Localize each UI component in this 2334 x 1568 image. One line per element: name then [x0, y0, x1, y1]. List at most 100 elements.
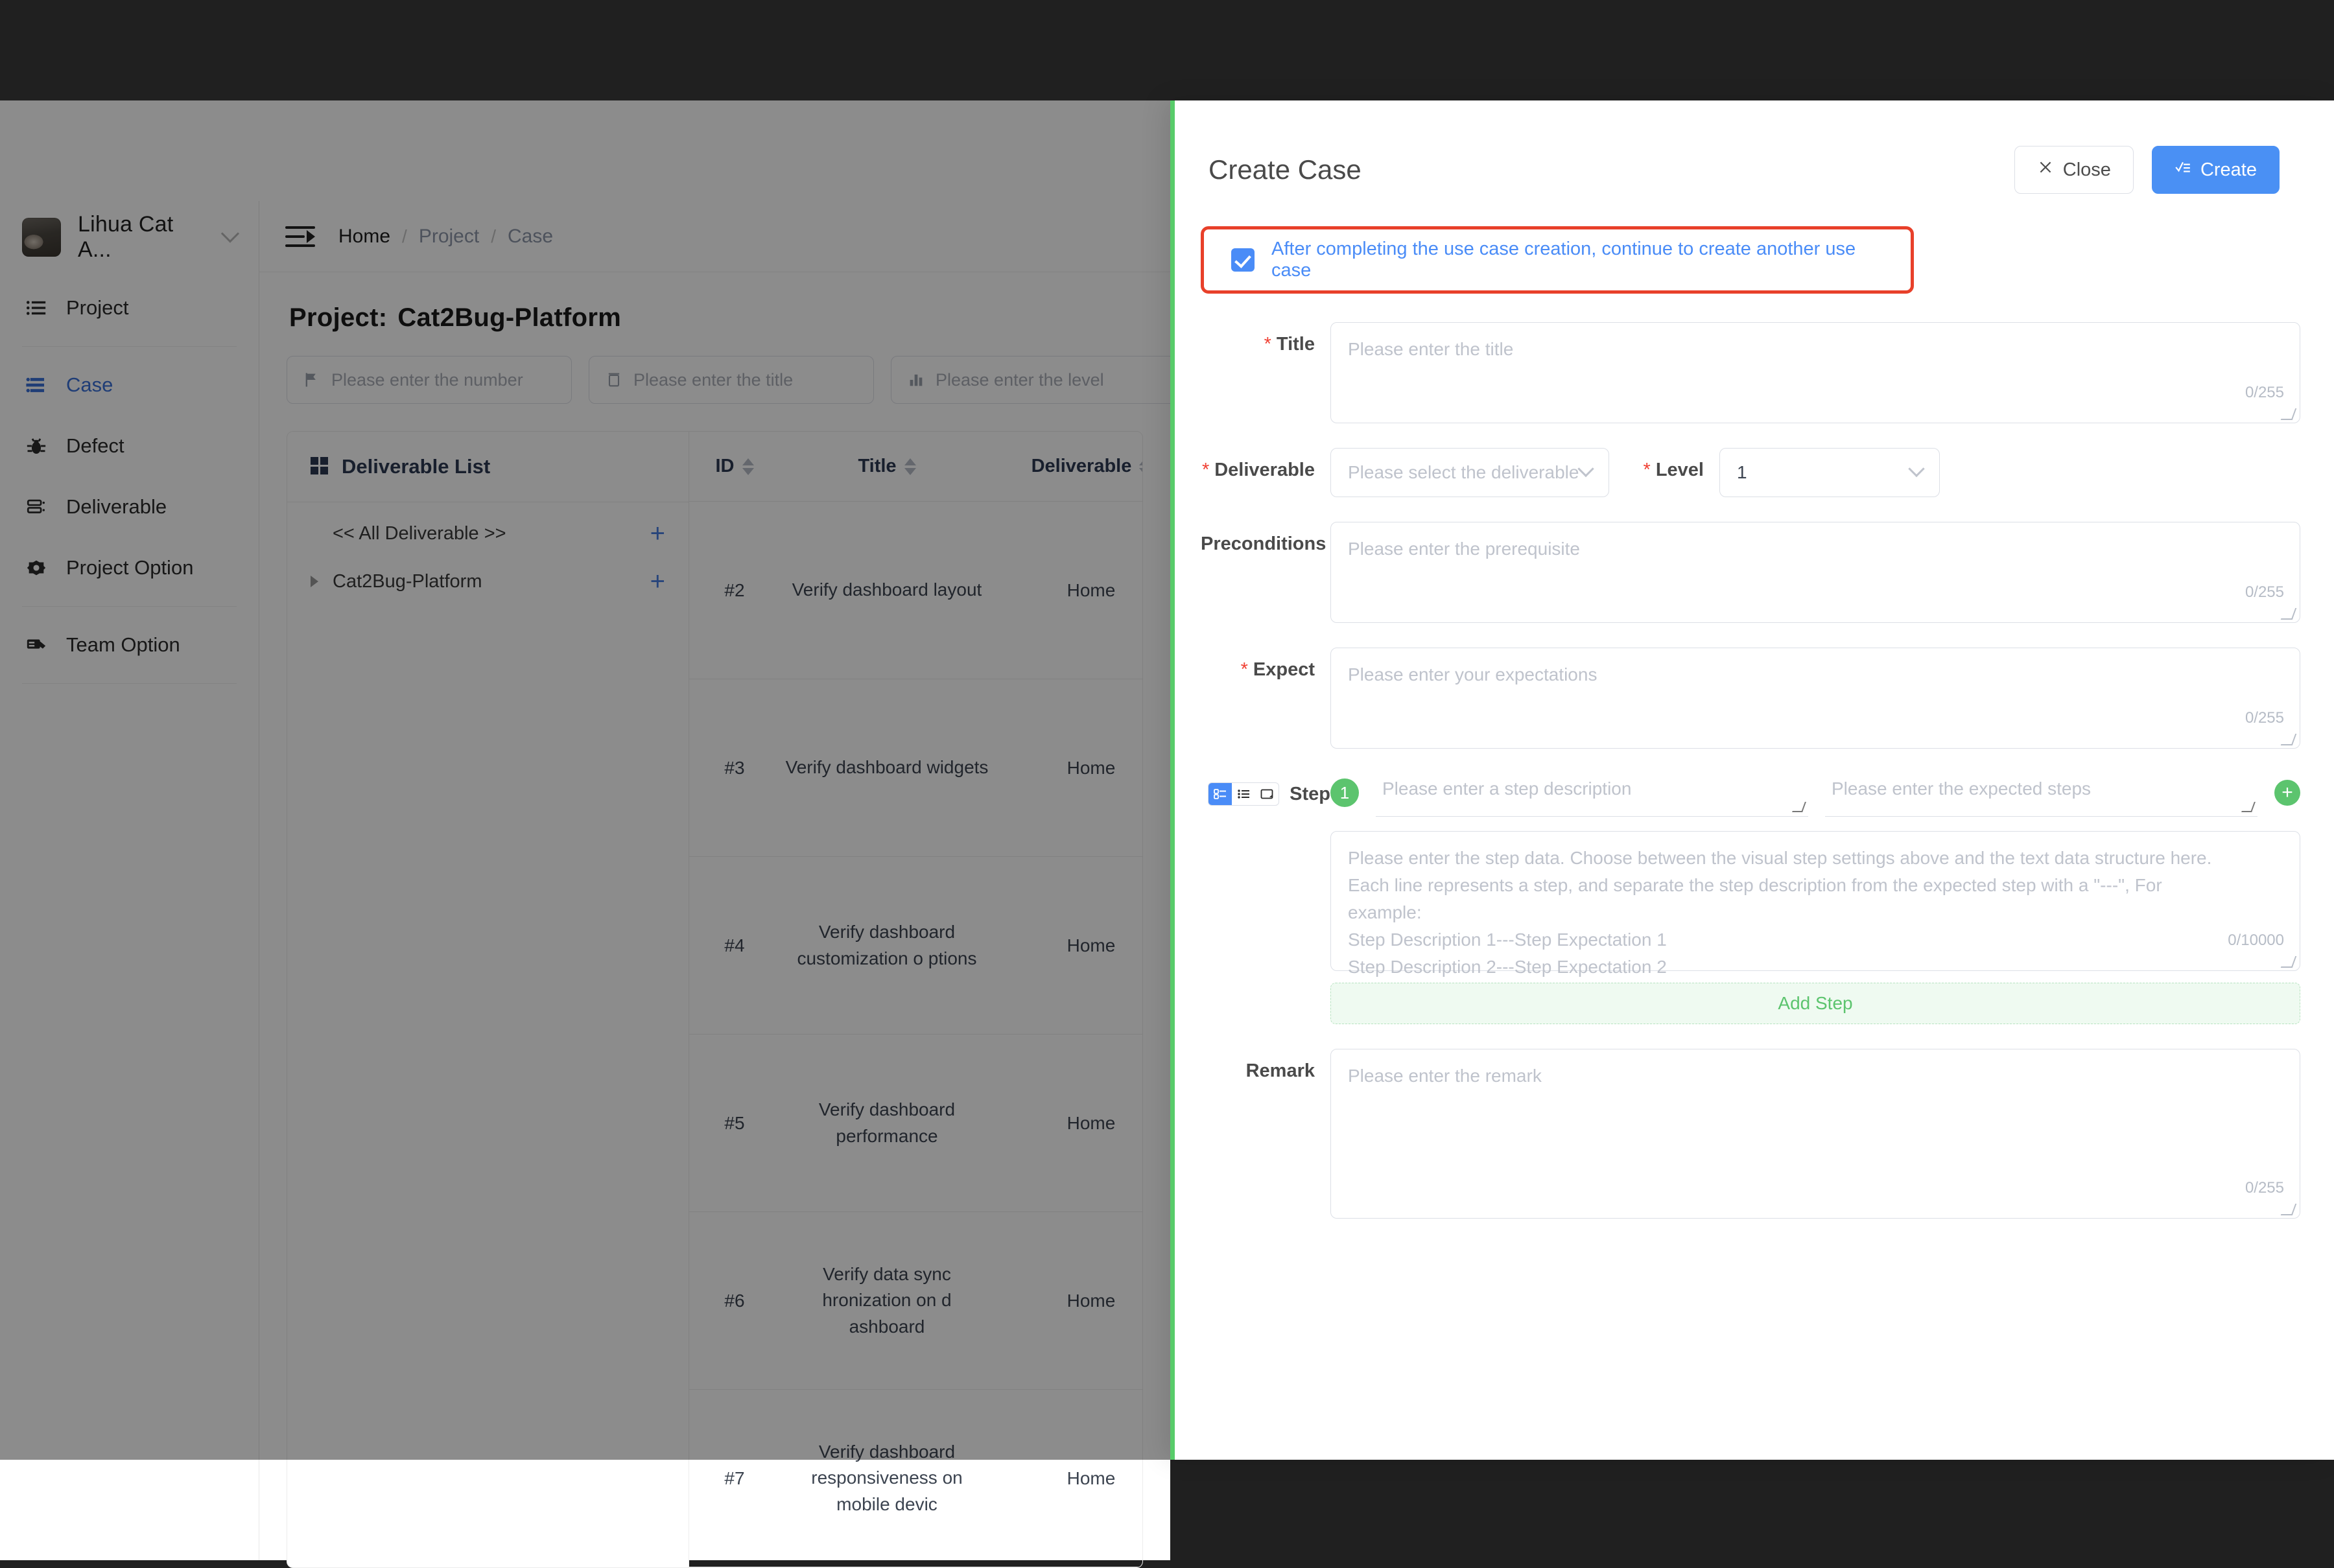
- field-remark-label: Remark: [1201, 1049, 1330, 1082]
- sort-arrows-icon[interactable]: [1139, 458, 1142, 475]
- breadcrumb-item-project[interactable]: Project: [419, 226, 479, 248]
- step-mode-toggle[interactable]: [1208, 782, 1280, 806]
- resize-grip-icon[interactable]: [2280, 1204, 2297, 1215]
- table-row[interactable]: #3Verify dashboard widgetsHome4: [689, 679, 1142, 857]
- remark-counter: 0/255: [2245, 1179, 2284, 1197]
- step-data-textarea[interactable]: Please enter the step data. Choose betwe…: [1330, 831, 2300, 977]
- deliverable-list-header: Deliverable List: [287, 432, 689, 502]
- step-data-placeholder-line-1: Please enter the step data. Choose betwe…: [1348, 848, 2212, 868]
- textarea-icon[interactable]: [1255, 783, 1279, 805]
- cell-title: Verify dashboard customization o ptions: [797, 921, 977, 968]
- tree-item-cat2bug-platform[interactable]: Cat2Bug-Platform +: [287, 565, 689, 598]
- resize-grip-icon[interactable]: [2280, 956, 2297, 968]
- caret-right-icon[interactable]: [311, 576, 325, 587]
- hamburger-collapse-icon[interactable]: [285, 225, 315, 248]
- breadcrumb-item-case[interactable]: Case: [508, 226, 553, 248]
- field-expect-control: Please enter your expectations 0/255: [1330, 648, 2300, 749]
- table-row[interactable]: #2Verify dashboard layoutHome2: [689, 502, 1142, 679]
- column-header-id[interactable]: ID: [689, 456, 780, 477]
- create-button[interactable]: Create: [2151, 146, 2280, 194]
- filter-bar: Please enter the number Please enter the…: [287, 356, 1176, 431]
- table-row[interactable]: #4 Verify dashboard customization o ption…: [689, 857, 1142, 1035]
- sidebar-item-team-option[interactable]: Team Option: [0, 614, 259, 675]
- cell-deliverable: Home: [1067, 935, 1116, 955]
- plus-circle-icon[interactable]: +: [2274, 780, 2300, 806]
- plus-icon[interactable]: +: [650, 568, 665, 594]
- continue-creation-checkbox[interactable]: [1231, 248, 1255, 272]
- add-step-button[interactable]: Add Step: [1330, 983, 2300, 1024]
- step-description-input[interactable]: Please enter a step description: [1376, 773, 1808, 817]
- tree-item-label: Cat2Bug-Platform: [333, 570, 482, 592]
- expect-placeholder: Please enter your expectations: [1348, 664, 1597, 685]
- nav-group-project: Project: [0, 274, 259, 342]
- sidebar-item-label: Project: [66, 296, 129, 319]
- resize-grip-icon[interactable]: [2280, 608, 2297, 620]
- page-title: Project: Cat2Bug-Platform: [287, 272, 1143, 356]
- tree-item-all-deliverable[interactable]: << All Deliverable >> +: [287, 517, 689, 550]
- preconditions-counter: 0/255: [2245, 583, 2284, 601]
- continue-creation-label[interactable]: After completing the use case creation, …: [1271, 239, 1883, 281]
- page-title-label: Project:: [289, 303, 388, 332]
- bar-chart-icon: [904, 371, 928, 389]
- filter-title[interactable]: Please enter the title: [589, 356, 874, 404]
- level-select[interactable]: 1: [1719, 448, 1940, 497]
- bullet-list-icon[interactable]: [1232, 783, 1255, 805]
- document-icon: [602, 371, 626, 389]
- chevron-down-icon: [1577, 460, 1594, 478]
- table-row[interactable]: #5Verify dashboard performanceHome5: [689, 1035, 1142, 1212]
- sort-arrows-icon[interactable]: [742, 458, 754, 475]
- cell-deliverable: Home: [1067, 1112, 1116, 1133]
- filter-number-placeholder: Please enter the number: [331, 369, 523, 390]
- required-asterisk: *: [1643, 460, 1651, 480]
- expect-input[interactable]: Please enter your expectations 0/255: [1330, 648, 2300, 749]
- column-header-title[interactable]: Title: [780, 456, 994, 477]
- cell-deliverable: Home: [1067, 757, 1116, 778]
- close-button-label: Close: [2062, 159, 2111, 180]
- sidebar-item-case[interactable]: Case: [0, 355, 259, 415]
- filter-level-placeholder: Please enter the level: [936, 369, 1104, 390]
- close-button[interactable]: Close: [2014, 146, 2134, 194]
- field-title-label: * Title: [1201, 322, 1330, 355]
- create-case-drawer: Create Case Close Create After completin…: [1170, 100, 2334, 1460]
- close-icon: [2037, 159, 2054, 181]
- required-asterisk: *: [1240, 659, 1248, 680]
- detail-list-icon[interactable]: [1208, 783, 1232, 805]
- table-row[interactable]: #6 Verify data sync hronization on d ashb…: [689, 1212, 1142, 1390]
- filter-number[interactable]: Please enter the number: [287, 356, 572, 404]
- deliverable-list-panel: Deliverable List << All Deliverable >> +…: [287, 431, 689, 1568]
- sidebar-item-label: Defect: [66, 434, 124, 457]
- sidebar-item-project-option[interactable]: Project Option: [0, 537, 259, 598]
- title-counter: 0/255: [2245, 384, 2284, 401]
- profile-switcher[interactable]: Lihua Cat A...: [0, 201, 259, 274]
- sidebar-divider: [22, 606, 237, 607]
- case-table: ID Title Deliverable #2 Verify dashboard …: [689, 431, 1143, 1568]
- step-expected-placeholder: Please enter the expected steps: [1832, 778, 2092, 799]
- sidebar-item-defect[interactable]: Defect: [0, 415, 259, 476]
- column-header-deliverable[interactable]: Deliverable: [994, 456, 1142, 477]
- field-preconditions-control: Please enter the prerequisite 0/255: [1330, 522, 2300, 623]
- remark-input[interactable]: Please enter the remark 0/255: [1330, 1049, 2300, 1219]
- table-row[interactable]: #7 Verify dashboard responsiveness on mob…: [689, 1390, 1142, 1567]
- step-expected-input[interactable]: Please enter the expected steps: [1825, 773, 2257, 817]
- sidebar-item-deliverable[interactable]: Deliverable: [0, 476, 259, 537]
- deliverable-placeholder: Please select the deliverable: [1348, 462, 1579, 482]
- filter-level[interactable]: Please enter the level: [891, 356, 1176, 404]
- field-step: Step 1 Please enter a step description P…: [1201, 773, 2300, 1024]
- preconditions-input[interactable]: Please enter the prerequisite 0/255: [1330, 522, 2300, 623]
- breadcrumb-item-home[interactable]: Home: [338, 226, 390, 248]
- field-expect: * Expect Please enter your expectations 0…: [1201, 648, 2300, 749]
- cell-id: #4: [724, 935, 745, 955]
- resize-grip-icon[interactable]: [1792, 802, 1806, 812]
- resize-grip-icon[interactable]: [2280, 408, 2297, 420]
- sidebar: Lihua Cat A... Project Case Defect Deliv…: [0, 201, 259, 1560]
- resize-grip-icon[interactable]: [2280, 734, 2297, 745]
- title-input[interactable]: Please enter the title 0/255: [1330, 322, 2300, 423]
- sidebar-item-project[interactable]: Project: [0, 277, 259, 338]
- resize-grip-icon[interactable]: [2241, 802, 2256, 812]
- sort-arrows-icon[interactable]: [904, 458, 916, 475]
- cell-title: Verify dashboard performance: [818, 1099, 956, 1146]
- plus-icon[interactable]: +: [650, 521, 665, 546]
- deliverable-select[interactable]: Please select the deliverable: [1330, 448, 1609, 497]
- continue-creation-highlight: After completing the use case creation, …: [1201, 226, 1914, 294]
- column-header-label: ID: [715, 456, 735, 476]
